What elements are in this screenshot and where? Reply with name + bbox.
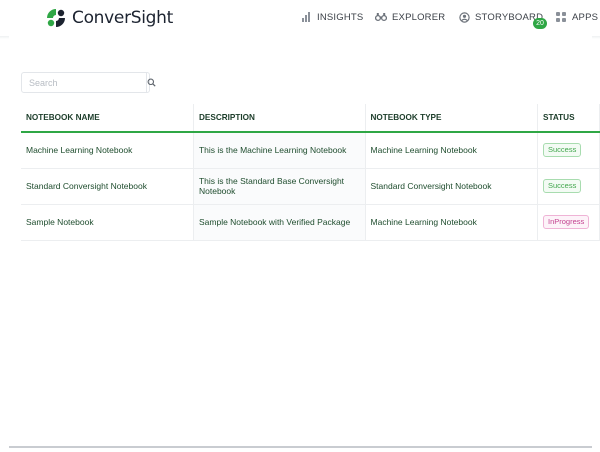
notebook-type-cell: Standard Conversight Notebook bbox=[365, 168, 539, 205]
storyboard-icon bbox=[458, 11, 470, 23]
status-cell: Success bbox=[537, 168, 600, 205]
apps-grid-icon bbox=[555, 11, 567, 23]
notebook-name-cell[interactable]: Machine Learning Notebook bbox=[21, 132, 194, 169]
nav-insights[interactable]: INSIGHTS bbox=[300, 0, 363, 34]
panel-bottom-border bbox=[9, 446, 592, 448]
description-cell: This is the Standard Base Conversight No… bbox=[193, 168, 366, 205]
bar-chart-icon bbox=[300, 11, 312, 23]
table-row[interactable]: Standard Conversight Notebook This is th… bbox=[21, 168, 600, 205]
search-input[interactable] bbox=[22, 73, 146, 92]
main-panel bbox=[9, 36, 592, 448]
table-row[interactable]: Sample Notebook Sample Notebook with Ver… bbox=[21, 204, 600, 241]
description-cell: Sample Notebook with Verified Package bbox=[193, 204, 366, 241]
status-cell: InProgress bbox=[537, 204, 600, 241]
binoculars-icon bbox=[375, 11, 387, 23]
status-cell: Success bbox=[537, 132, 600, 169]
conversight-logo-icon bbox=[47, 9, 65, 27]
description-cell: This is the Machine Learning Notebook bbox=[193, 132, 366, 169]
nav-storyboard[interactable]: STORYBOARD bbox=[458, 0, 543, 34]
nav-explorer-label: EXPLORER bbox=[392, 11, 446, 23]
column-header-name[interactable]: NOTEBOOK NAME bbox=[21, 104, 194, 133]
column-header-type[interactable]: NOTEBOOK TYPE bbox=[365, 104, 539, 133]
search-button[interactable] bbox=[146, 73, 156, 92]
notebook-type-cell: Machine Learning Notebook bbox=[365, 132, 539, 169]
brand-name: ConverSight bbox=[72, 8, 173, 28]
notebook-type-cell: Machine Learning Notebook bbox=[365, 204, 539, 241]
status-badge: Success bbox=[543, 179, 582, 193]
column-header-description[interactable]: DESCRIPTION bbox=[193, 104, 366, 133]
brand-logo[interactable]: ConverSight bbox=[44, 5, 173, 31]
notebook-name-cell[interactable]: Standard Conversight Notebook bbox=[21, 168, 194, 205]
status-badge: Success bbox=[543, 143, 582, 158]
nav-apps[interactable]: APPS S bbox=[555, 0, 600, 34]
storyboard-count-badge: 20 bbox=[533, 18, 547, 29]
notebook-name-cell[interactable]: Sample Notebook bbox=[21, 204, 194, 241]
notebooks-table: NOTEBOOK NAME DESCRIPTION NOTEBOOK TYPE … bbox=[21, 104, 600, 241]
nav-apps-label: APPS S bbox=[572, 11, 600, 23]
nav-explorer[interactable]: EXPLORER bbox=[375, 0, 445, 34]
table-header-row: NOTEBOOK NAME DESCRIPTION NOTEBOOK TYPE … bbox=[21, 104, 600, 133]
table-row[interactable]: Machine Learning Notebook This is the Ma… bbox=[21, 132, 600, 169]
search-box bbox=[21, 72, 156, 93]
nav-insights-label: INSIGHTS bbox=[317, 11, 364, 23]
status-badge: InProgress bbox=[543, 215, 590, 229]
column-header-status[interactable]: STATUS bbox=[537, 104, 600, 133]
top-navbar: ConverSight INSIGHTS EXPLORER STORYBOARD… bbox=[0, 0, 600, 36]
search-icon bbox=[147, 78, 156, 87]
